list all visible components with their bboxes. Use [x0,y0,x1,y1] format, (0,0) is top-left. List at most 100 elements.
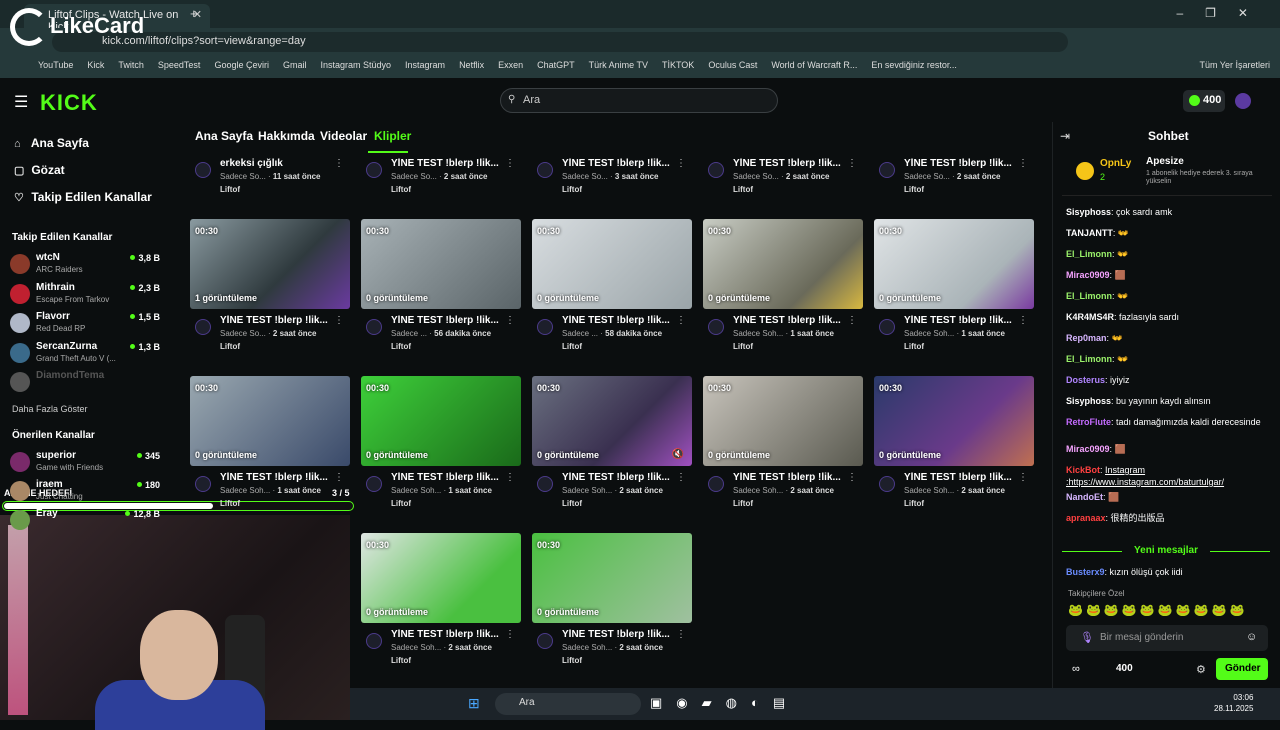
clip-title[interactable]: YİNE TEST !blerp !lik... [733,472,845,483]
chat-username[interactable]: TANJANTT [1066,228,1113,238]
more-options-icon[interactable]: ⋮ [847,315,857,326]
more-options-icon[interactable]: ⋮ [334,158,344,169]
clip-channel[interactable]: Liftof [562,656,582,665]
collapse-chat-icon[interactable]: ⇥ [1060,129,1070,143]
chat-username[interactable]: Sisyphoss [1066,207,1111,217]
chat-username[interactable]: El_Limonn [1066,354,1112,364]
tab-home[interactable]: Ana Sayfa [195,129,253,143]
taskbar-search[interactable]: Ara [495,693,641,715]
send-button[interactable]: Gönder [1216,658,1268,680]
bookmark-item[interactable]: World of Warcraft R... [771,60,857,70]
channel-item-iraem[interactable]: iraem Just Chatting 180 [10,477,160,507]
show-more-link[interactable]: Daha Fazla Göster [12,404,88,414]
clip-channel[interactable]: Liftof [562,185,582,194]
clip-channel[interactable]: Liftof [562,499,582,508]
clip-card-meta[interactable]: YİNE TEST !blerp !lik... Sadece Soh... · … [874,315,1034,359]
chat-username[interactable]: El_Limonn [1066,249,1112,259]
chat-input[interactable]: Bir mesaj gönderin [1066,625,1268,651]
clip-title[interactable]: YİNE TEST !blerp !lik... [562,158,674,169]
channel-avatar[interactable] [879,476,895,492]
clip-channel[interactable]: Liftof [391,185,411,194]
channel-item-superior[interactable]: superior Game with Friends 345 [10,448,160,478]
clip-title[interactable]: erkeksi çığlık [220,158,332,169]
chat-username[interactable]: Busterx9 [1066,567,1105,577]
emoji-icon[interactable]: ☺ [1246,631,1257,643]
clip-card-meta[interactable]: YİNE TEST !blerp !lik... Sadece So... · 2… [190,315,350,359]
clip-channel[interactable]: Liftof [220,499,240,508]
nav-home[interactable]: ⌂ Ana Sayfa [14,136,89,150]
more-options-icon[interactable]: ⋮ [334,315,344,326]
clip-thumbnail[interactable]: 00:30 0 görüntüleme 🔇 [532,376,692,466]
chat-username[interactable]: apranaax [1066,513,1106,523]
bookmark-item[interactable]: Oculus Cast [708,60,757,70]
clip-channel[interactable]: Liftof [220,342,240,351]
clip-channel[interactable]: Liftof [391,342,411,351]
more-options-icon[interactable]: ⋮ [505,629,515,640]
taskbar-apps[interactable]: ▣◉▰◍◐▤ [650,695,799,711]
clip-thumbnail[interactable]: 00:30 0 görüntüleme [361,533,521,623]
tab-about[interactable]: Hakkımda [258,129,315,143]
clip-channel[interactable]: Liftof [562,342,582,351]
bookmark-item[interactable]: TİKTOK [662,60,694,70]
bookmark-item[interactable]: YouTube [38,60,73,70]
chat-username[interactable]: Sisyphoss [1066,396,1111,406]
clip-thumbnail[interactable]: 00:30 0 görüntüleme [703,219,863,309]
more-options-icon[interactable]: ⋮ [847,472,857,483]
bookmark-item[interactable]: ChatGPT [537,60,575,70]
clip-card-meta[interactable]: YİNE TEST !blerp !lik... Sadece Soh... · … [190,472,350,516]
bookmark-item[interactable]: Instagram [405,60,445,70]
all-bookmarks-folder[interactable]: Tüm Yer İşaretleri [1199,60,1270,70]
clip-title[interactable]: YİNE TEST !blerp !lik... [904,158,1016,169]
clip-title[interactable]: YİNE TEST !blerp !lik... [562,629,674,640]
clip-title[interactable]: YİNE TEST !blerp !lik... [562,472,674,483]
channel-avatar[interactable] [708,162,724,178]
menu-icon[interactable]: ☰ [14,92,28,112]
clip-thumbnail[interactable]: 00:30 0 görüntüleme [361,219,521,309]
chat-username[interactable]: Mirac0909 [1066,444,1110,454]
channel-avatar[interactable] [879,319,895,335]
channel-item-flavorr[interactable]: Flavorr Red Dead RP 1,5 B [10,309,160,339]
chat-username[interactable]: KickBot [1066,465,1100,475]
channel-avatar[interactable] [366,476,382,492]
clip-card-meta[interactable]: YİNE TEST !blerp !lik... Sadece So... · 2… [874,158,1034,202]
clip-title[interactable]: YİNE TEST !blerp !lik... [733,158,845,169]
clip-card-meta[interactable]: YİNE TEST !blerp !lik... Sadece Soh... · … [703,472,863,516]
clip-card-meta[interactable]: YİNE TEST !blerp !lik... Sadece So... · 2… [361,158,521,202]
clip-card-meta[interactable]: YİNE TEST !blerp !lik... Sadece Soh... · … [361,629,521,673]
clip-channel[interactable]: Liftof [733,342,753,351]
chat-coins[interactable]: 400 [1116,663,1133,674]
new-tab-icon[interactable]: + [190,6,198,21]
more-options-icon[interactable]: ⋮ [847,158,857,169]
bookmark-item[interactable]: Twitch [118,60,144,70]
settings-icon[interactable]: ⚙ [1196,663,1206,676]
more-options-icon[interactable]: ⋮ [676,158,686,169]
more-options-icon[interactable]: ⋮ [676,629,686,640]
search-input[interactable]: Ara [500,88,778,113]
clip-title[interactable]: YİNE TEST !blerp !lik... [391,158,503,169]
clip-card-meta[interactable]: erkeksi çığlık Sadece So... · 11 saat önc… [190,158,350,202]
chat-username[interactable]: RetroFlute [1066,417,1111,427]
clip-title[interactable]: YİNE TEST !blerp !lik... [391,629,503,640]
emote-row[interactable]: 🐸🐸🐸🐸🐸🐸🐸🐸🐸🐸 [1068,603,1247,617]
clip-channel[interactable]: Liftof [904,499,924,508]
bookmark-item[interactable]: Türk Anime TV [589,60,648,70]
url-field[interactable]: kick.com/liftof/clips?sort=view&range=da… [52,32,1068,52]
chat-username[interactable]: K4R4MS4R [1066,312,1114,322]
more-options-icon[interactable]: ⋮ [505,315,515,326]
bookmark-item[interactable]: Google Çeviri [214,60,269,70]
start-icon[interactable]: ⊞ [468,695,480,712]
clip-card-meta[interactable]: YİNE TEST !blerp !lik... Sadece ... · 58 … [532,315,692,359]
chat-username[interactable]: Rep0man [1066,333,1107,343]
channel-avatar[interactable] [879,162,895,178]
channel-item-diamondtema[interactable]: DiamondTema [10,368,160,398]
clip-title[interactable]: YİNE TEST !blerp !lik... [220,315,332,326]
channel-avatar[interactable] [537,162,553,178]
clip-title[interactable]: YİNE TEST !blerp !lik... [391,472,503,483]
clip-card-meta[interactable]: YİNE TEST !blerp !lik... Sadece Soh... · … [874,472,1034,516]
bookmark-item[interactable]: Netflix [459,60,484,70]
clip-card-meta[interactable]: YİNE TEST !blerp !lik... Sadece Soh... · … [703,315,863,359]
channel-avatar[interactable] [537,319,553,335]
clip-thumbnail[interactable]: 00:30 0 görüntüleme [703,376,863,466]
clip-card-meta[interactable]: YİNE TEST !blerp !lik... Sadece Soh... · … [532,472,692,516]
bookmark-item[interactable]: SpeedTest [158,60,201,70]
